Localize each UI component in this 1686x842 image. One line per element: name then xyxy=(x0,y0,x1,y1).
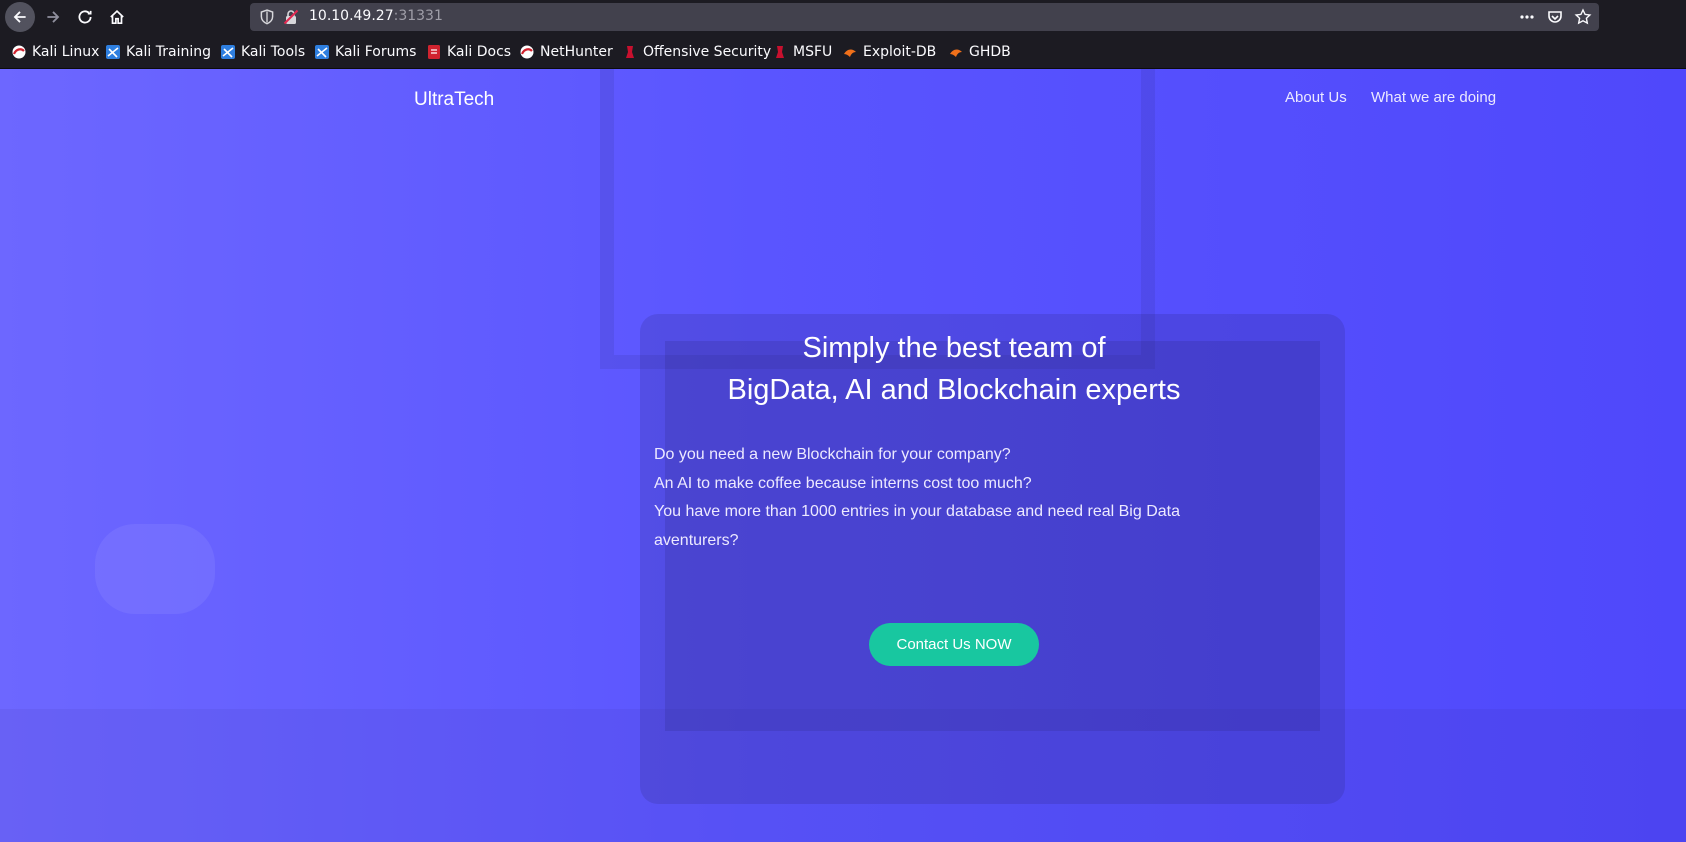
ghdb-icon xyxy=(950,49,962,57)
reload-button[interactable] xyxy=(70,2,100,32)
url-text[interactable]: 10.10.49.27:31331 xyxy=(309,8,443,24)
hero-title-line-1: Simply the best team of xyxy=(802,332,1106,364)
back-button[interactable] xyxy=(5,2,35,32)
kali-training-icon xyxy=(106,45,120,59)
nethunter-icon xyxy=(520,45,534,59)
bookmark-offensive-security[interactable]: Offensive Security xyxy=(623,42,771,62)
bookmark-label: Kali Forums xyxy=(335,44,417,60)
hero-title-line-2: BigData, AI and Blockchain experts xyxy=(727,374,1181,406)
home-button[interactable] xyxy=(102,2,132,32)
bookmark-kali-docs[interactable]: Kali Docs xyxy=(427,42,511,62)
reload-icon xyxy=(78,10,92,24)
pocket-icon[interactable] xyxy=(1545,7,1565,27)
hero-line: You have more than 1000 entries in your … xyxy=(654,503,1180,549)
kali-tools-icon xyxy=(221,45,235,59)
hero-line: An AI to make coffee because interns cos… xyxy=(654,474,1032,492)
site-brand-logo[interactable]: UltraTech xyxy=(414,89,494,111)
forward-button[interactable] xyxy=(38,2,68,32)
bookmark-label: Kali Training xyxy=(126,44,211,60)
bookmark-label: GHDB xyxy=(969,44,1011,60)
nav-link-what-we-are-doing[interactable]: What we are doing xyxy=(1371,89,1496,106)
insecure-lock-icon[interactable] xyxy=(283,9,299,25)
offsec-icon xyxy=(626,46,634,58)
address-bar[interactable]: 10.10.49.27:31331 xyxy=(250,3,1599,31)
contact-us-button[interactable]: Contact Us NOW xyxy=(869,623,1039,666)
bookmark-label: Offensive Security xyxy=(643,44,772,60)
url-host: 10.10.49.27 xyxy=(309,8,394,24)
bookmark-kali-training[interactable]: Kali Training xyxy=(106,42,211,62)
tracking-protection-shield-icon[interactable] xyxy=(258,8,276,26)
bookmark-ghdb[interactable]: GHDB xyxy=(949,42,1011,62)
exploit-db-icon xyxy=(844,49,856,57)
page-actions-more-icon[interactable] xyxy=(1517,7,1537,27)
browser-toolbar: 10.10.49.27:31331 xyxy=(0,0,1686,35)
background-desk-shadow xyxy=(0,709,1686,842)
msfu-icon xyxy=(776,46,784,58)
home-icon xyxy=(110,9,124,25)
bookmark-label: Exploit-DB xyxy=(863,44,937,60)
background-coffee-cup xyxy=(95,524,215,614)
bookmark-label: Kali Docs xyxy=(447,44,512,60)
kali-forums-icon xyxy=(315,45,329,59)
url-port: :31331 xyxy=(393,8,443,24)
bookmark-exploit-db[interactable]: Exploit-DB xyxy=(843,42,936,62)
bookmarks-toolbar: Kali Linux Kali Training Kali Tools Kali… xyxy=(0,35,1686,69)
bookmark-nethunter[interactable]: NetHunter xyxy=(520,42,613,62)
bookmark-kali-tools[interactable]: Kali Tools xyxy=(221,42,305,62)
bookmark-msfu[interactable]: MSFU xyxy=(773,42,832,62)
hero-line: Do you need a new Blockchain for your co… xyxy=(654,446,1011,463)
bookmark-kali-linux[interactable]: Kali Linux xyxy=(12,42,99,62)
kali-icon xyxy=(12,45,26,59)
bookmark-label: NetHunter xyxy=(540,44,613,60)
bookmark-label: Kali Linux xyxy=(32,44,100,60)
forward-arrow-icon xyxy=(47,11,60,23)
kali-docs-icon xyxy=(428,45,440,59)
hero-section: UltraTech About Us What we are doing Sim… xyxy=(0,69,1686,842)
back-arrow-icon xyxy=(13,11,26,23)
nav-link-about-us[interactable]: About Us xyxy=(1285,89,1347,106)
bookmark-label: Kali Tools xyxy=(241,44,306,60)
hero-description: Do you need a new Blockchain for your co… xyxy=(654,441,1214,555)
bookmark-kali-forums[interactable]: Kali Forums xyxy=(315,42,416,62)
bookmark-label: MSFU xyxy=(793,44,833,60)
hero-title: Simply the best team of BigData, AI and … xyxy=(640,327,1268,411)
bookmark-star-icon[interactable] xyxy=(1573,7,1593,27)
